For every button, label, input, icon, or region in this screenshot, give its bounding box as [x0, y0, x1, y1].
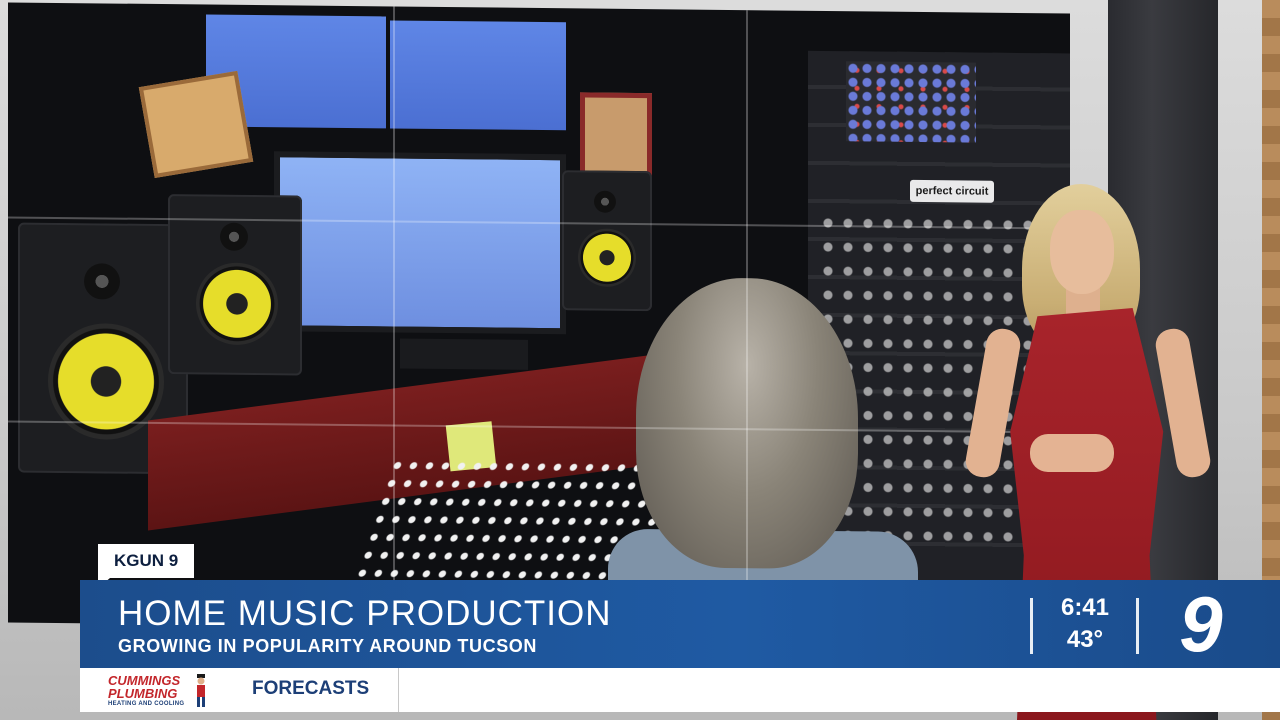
lower-third-banner: HOME MUSIC PRODUCTION GROWING IN POPULAR…	[80, 580, 1280, 668]
presenter-hands	[1030, 434, 1114, 472]
sponsor-tagline: HEATING AND COOLING	[108, 701, 185, 707]
sponsor-logo: CUMMINGS PLUMBING HEATING AND COOLING	[100, 670, 210, 710]
studio-monitor-top-right	[390, 20, 566, 131]
studio-monitor-main	[274, 151, 566, 335]
ticker-segment-label: FORECASTS	[252, 678, 370, 699]
presenter-face	[1050, 210, 1114, 294]
divider	[1136, 598, 1139, 654]
video-wall: perfect circuit	[8, 2, 1070, 634]
monitor-stand	[400, 338, 528, 370]
sponsor-name-line2: PLUMBING	[108, 686, 178, 701]
headline: HOME MUSIC PRODUCTION	[118, 594, 612, 633]
easel-picture	[138, 70, 254, 178]
channel-logo: 9	[1179, 580, 1223, 668]
modular-synth	[846, 61, 976, 143]
ticker-bar: CUMMINGS PLUMBING HEATING AND COOLING FO…	[80, 668, 1280, 712]
time-display: 6:41	[1060, 594, 1110, 621]
divider	[1030, 598, 1033, 654]
subheadline: GROWING IN POPULARITY AROUND TUCSON	[118, 636, 538, 656]
plumber-figure-icon	[197, 674, 205, 707]
ticker-separator	[398, 668, 399, 712]
speaker-right	[562, 170, 652, 312]
temperature-display: 43°	[1066, 626, 1104, 653]
station-tag: KGUN 9	[98, 544, 195, 588]
